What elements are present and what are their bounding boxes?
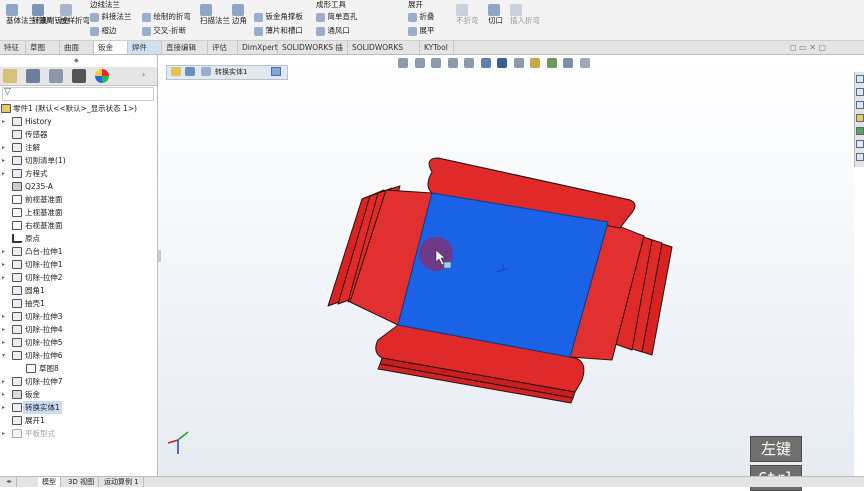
model-graphics[interactable]	[0, 0, 864, 486]
key-indicator-left-click: 左键	[750, 436, 802, 462]
coordinate-triad	[167, 431, 189, 454]
face-select-cursor-icon	[443, 261, 452, 269]
bottom-model-tabs: ◂▸ 模型 3D 视图 运动算例 1	[0, 476, 864, 487]
